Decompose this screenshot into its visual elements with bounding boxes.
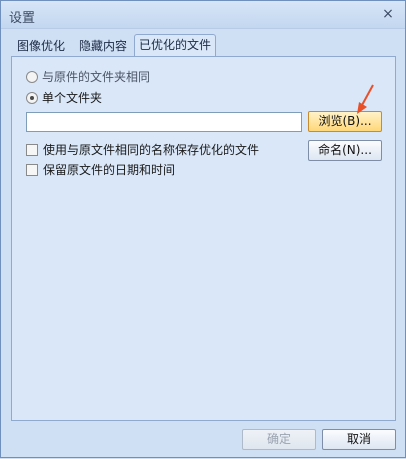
title-bar: 设置 ×: [1, 1, 405, 29]
keep-date-row[interactable]: 保留原文件的日期和时间: [26, 162, 175, 178]
radio-same-folder[interactable]: [26, 71, 38, 83]
rename-button[interactable]: 命名(N)...: [308, 140, 382, 161]
dialog-title: 设置: [9, 11, 36, 26]
radio-same-folder-row[interactable]: 与原件的文件夹相同: [26, 69, 150, 85]
same-name-checkbox[interactable]: [26, 144, 38, 156]
same-name-row[interactable]: 使用与原文件相同的名称保存优化的文件: [26, 142, 259, 158]
close-icon[interactable]: ×: [379, 5, 397, 23]
ok-button[interactable]: 确定: [242, 429, 316, 450]
tab-hidden-content[interactable]: 隐藏内容: [75, 36, 131, 56]
radio-single-folder-label: 单个文件夹: [42, 91, 103, 105]
folder-path-input[interactable]: [26, 112, 302, 132]
tab-image-optimize[interactable]: 图像优化: [13, 36, 69, 56]
settings-dialog: 设置 × 图像优化 隐藏内容 已优化的文件 与原件的文件夹相同 单个文件夹 浏览…: [0, 0, 406, 458]
same-name-label: 使用与原文件相同的名称保存优化的文件: [43, 143, 260, 157]
cancel-button[interactable]: 取消: [322, 429, 396, 450]
radio-single-folder-row[interactable]: 单个文件夹: [26, 90, 102, 106]
tab-panel-optimized-files: 与原件的文件夹相同 单个文件夹 浏览(B)... 使用与原文件相同的名称保存优化…: [11, 56, 396, 421]
keep-date-checkbox[interactable]: [26, 164, 38, 176]
radio-single-folder[interactable]: [26, 92, 38, 104]
browse-button[interactable]: 浏览(B)...: [308, 111, 382, 132]
tab-optimized-files[interactable]: 已优化的文件: [134, 34, 217, 57]
radio-same-folder-label: 与原件的文件夹相同: [42, 70, 151, 84]
keep-date-label: 保留原文件的日期和时间: [43, 163, 176, 177]
